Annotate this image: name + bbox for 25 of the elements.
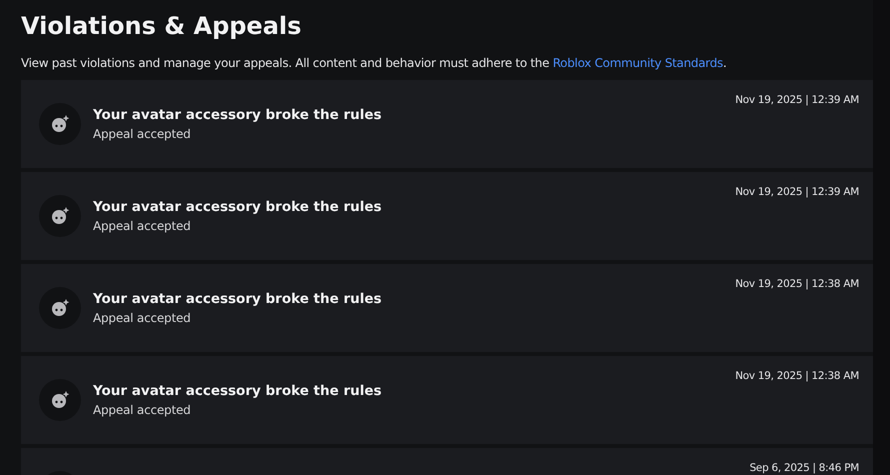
violation-timestamp: Sep 6, 2025 | 8:46 PM bbox=[750, 462, 859, 474]
violation-card[interactable]: Sep 6, 2025 | 8:46 PM bbox=[21, 448, 873, 475]
violation-card[interactable]: Your avatar accessory broke the rules Appeal accepted Nov 19, 2025 | 12:38 AM bbox=[21, 264, 873, 352]
appeal-status: Appeal accepted bbox=[93, 219, 192, 233]
page-description: View past violations and manage your appeals. All content and behavior must adhere to the Roblox Community Standards. bbox=[21, 56, 728, 70]
violation-timestamp: Nov 19, 2025 | 12:39 AM bbox=[735, 186, 859, 198]
violation-card[interactable]: Your avatar accessory broke the rules Appeal accepted Nov 19, 2025 | 12:38 AM bbox=[21, 356, 873, 444]
violation-timestamp: Nov 19, 2025 | 12:39 AM bbox=[735, 94, 859, 106]
page-title: Violations & Appeals bbox=[21, 11, 302, 42]
violation-card[interactable]: Your avatar accessory broke the rules Appeal accepted Nov 19, 2025 | 12:39 AM bbox=[21, 80, 873, 168]
violation-title: Your avatar accessory broke the rules bbox=[93, 291, 382, 307]
violation-title: Your avatar accessory broke the rules bbox=[93, 107, 382, 123]
community-standards-link[interactable]: Roblox Community Standards bbox=[552, 56, 723, 70]
appeal-status: Appeal accepted bbox=[93, 403, 192, 417]
avatar-face-icon bbox=[50, 390, 70, 410]
violation-title: Your avatar accessory broke the rules bbox=[93, 383, 382, 399]
violation-card[interactable]: Your avatar accessory broke the rules Appeal accepted Nov 19, 2025 | 12:39 AM bbox=[21, 172, 873, 260]
appeal-status: Appeal accepted bbox=[93, 127, 192, 141]
violation-title: Your avatar accessory broke the rules bbox=[93, 199, 382, 215]
appeal-status: Appeal accepted bbox=[93, 311, 192, 325]
avatar-face-icon bbox=[50, 114, 70, 134]
avatar-face-icon bbox=[50, 206, 70, 226]
violation-timestamp: Nov 19, 2025 | 12:38 AM bbox=[735, 278, 859, 290]
violation-timestamp: Nov 19, 2025 | 12:38 AM bbox=[735, 370, 859, 382]
avatar-face-icon bbox=[50, 298, 70, 318]
